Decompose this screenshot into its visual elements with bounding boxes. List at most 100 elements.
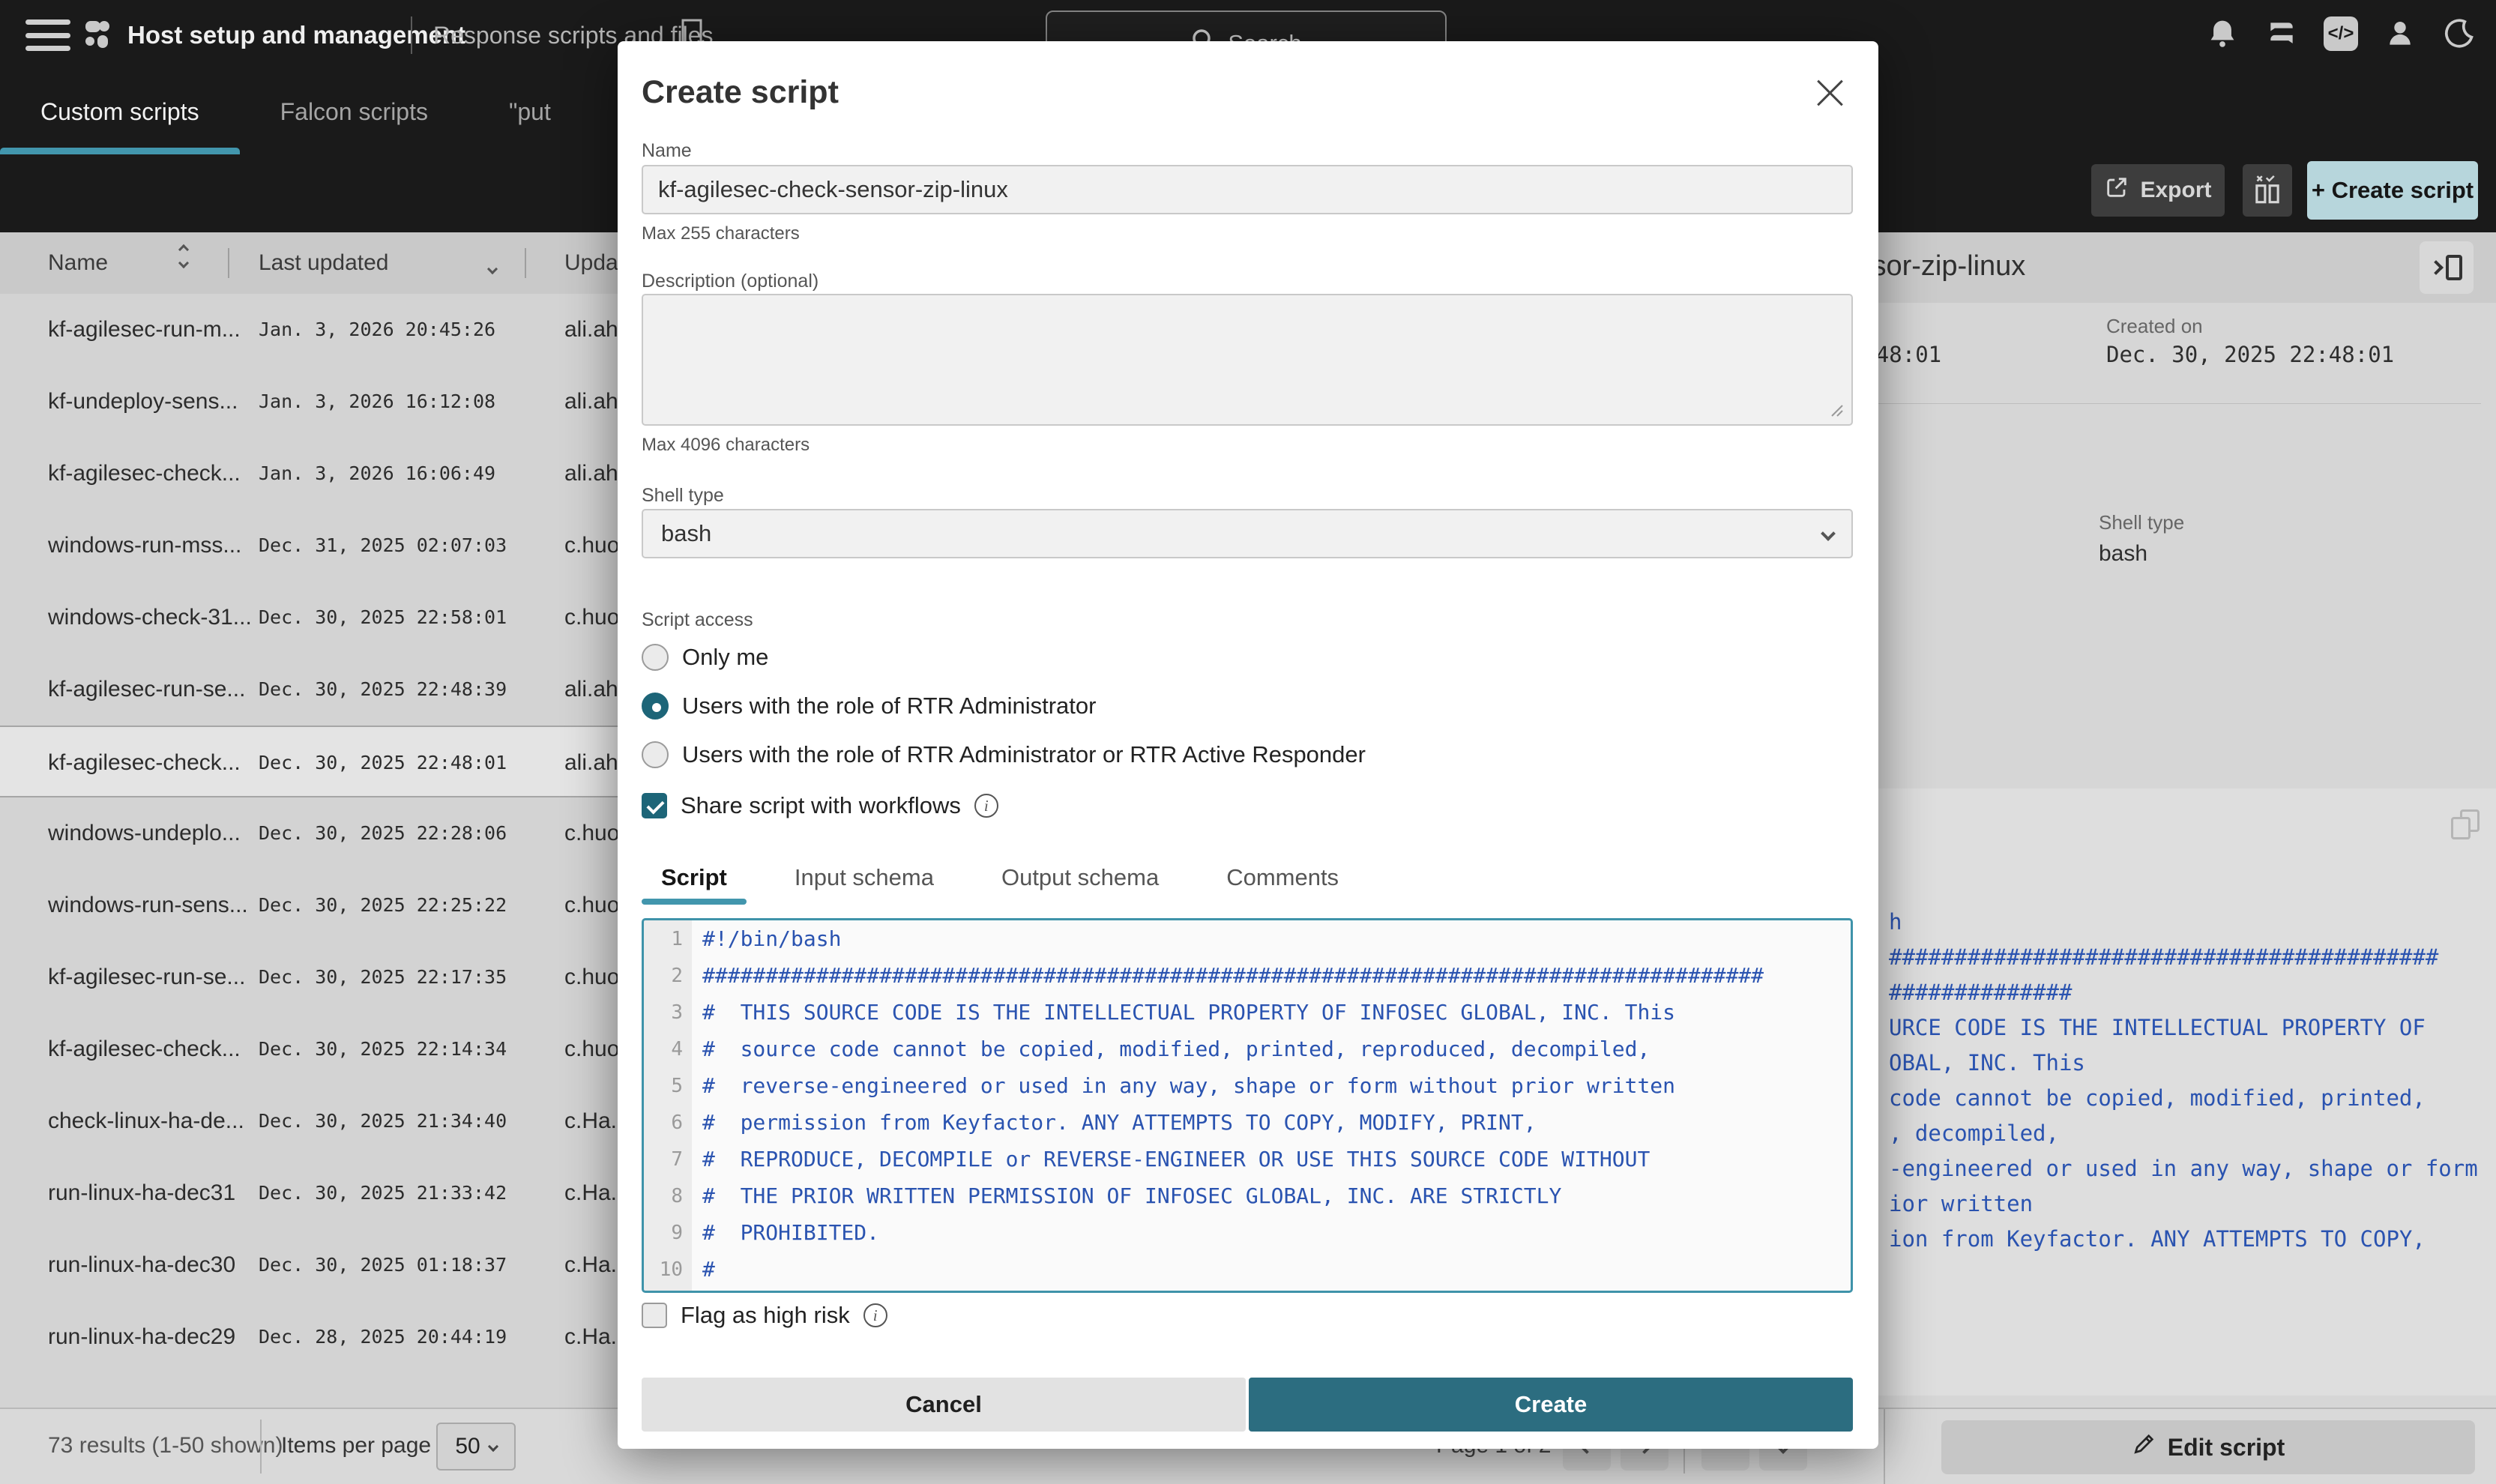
shell-type-label: Shell type (642, 485, 724, 507)
falcon-logo[interactable] (81, 16, 117, 56)
preview-code-line: -engineered or used in any way, shape or… (1889, 1151, 2478, 1186)
column-header-name[interactable]: Name (48, 250, 108, 276)
preview-code-line: ior written (1889, 1186, 2478, 1222)
info-icon[interactable]: i (863, 1303, 887, 1327)
cancel-button[interactable]: Cancel (642, 1378, 1246, 1432)
line-number: 4 (644, 1038, 692, 1061)
user-icon[interactable] (2383, 16, 2417, 51)
description-field-helper: Max 4096 characters (642, 435, 810, 456)
moon-icon[interactable] (2442, 16, 2477, 51)
last-updated-cell: Jan. 3, 2026 16:06:49 (259, 462, 495, 484)
column-divider (228, 248, 229, 278)
script-name-cell: windows-check-31... (48, 605, 252, 630)
modal-tab[interactable]: Output schema (982, 851, 1178, 905)
modal-title: Create script (642, 74, 839, 111)
line-number: 5 (644, 1075, 692, 1097)
line-number: 2 (644, 965, 692, 987)
create-script-modal: Create script Name Max 255 characters De… (618, 41, 1878, 1449)
script-name-cell: kf-agilesec-run-se... (48, 677, 245, 702)
code-text: # reverse-engineered or used in any way,… (702, 1073, 1675, 1098)
name-field-helper: Max 255 characters (642, 223, 800, 244)
info-icon[interactable]: i (974, 794, 998, 818)
editor-line: 7 # REPRODUCE, DECOMPILE or REVERSE-ENGI… (644, 1141, 1851, 1177)
bell-icon[interactable] (2205, 16, 2240, 51)
hamburger-menu-icon[interactable] (25, 19, 70, 51)
script-code-editor[interactable]: 1 #!/bin/bash 2 ########################… (642, 918, 1853, 1293)
script-access-option[interactable]: Users with the role of RTR Administrator… (642, 737, 1366, 773)
page-tab[interactable]: Falcon scripts (240, 70, 468, 154)
editor-line: 3 # THIS SOURCE CODE IS THE INTELLECTUAL… (644, 994, 1851, 1031)
script-access-option[interactable]: Users with the role of RTR Administrator (642, 688, 1096, 724)
items-per-page-label: Items per page (281, 1433, 431, 1459)
line-number: 8 (644, 1185, 692, 1207)
last-updated-cell: Dec. 30, 2025 22:14:34 (259, 1038, 507, 1060)
page-tab[interactable]: Custom scripts (0, 70, 240, 154)
editor-line: 6 # permission from Keyfactor. ANY ATTEM… (644, 1104, 1851, 1141)
last-updated-cell: Dec. 31, 2025 02:07:03 (259, 534, 507, 556)
script-access-option[interactable]: Only me (642, 639, 768, 675)
code-text: # source code cannot be copied, modified… (702, 1037, 1650, 1061)
description-textarea[interactable] (642, 294, 1853, 426)
modal-tab[interactable]: Script (642, 851, 747, 905)
script-name-cell: run-linux-ha-dec30 (48, 1252, 235, 1278)
page-tabs: Custom scripts Falcon scripts "put (0, 70, 591, 154)
last-updated-cell: Dec. 30, 2025 22:58:01 (259, 606, 507, 628)
code-text: # PROHIBITED. (702, 1220, 879, 1245)
edit-script-button[interactable]: Edit script (1941, 1420, 2475, 1474)
modal-tab[interactable]: Comments (1207, 851, 1358, 905)
script-name-cell: windows-run-sens... (48, 893, 248, 918)
editor-line: 1 #!/bin/bash (644, 920, 1851, 957)
last-updated-cell: Dec. 28, 2025 20:44:19 (259, 1326, 507, 1348)
editor-line: 2 ######################################… (644, 957, 1851, 994)
share-workflows-checkbox[interactable]: Share script with workflows i (642, 792, 998, 819)
create-script-button[interactable]: + Create script (2307, 161, 2478, 220)
messages-icon[interactable] (2264, 16, 2299, 51)
preview-code-line: ########################################… (1889, 940, 2478, 975)
line-number: 10 (644, 1258, 692, 1281)
panel-shell-type-value: bash (2099, 541, 2147, 567)
page-tab[interactable]: "put (468, 70, 591, 154)
code-text: # (702, 1257, 715, 1282)
create-button[interactable]: Create (1249, 1378, 1853, 1432)
compare-columns-icon-button[interactable] (2243, 164, 2292, 217)
chevron-down-icon (488, 1441, 498, 1452)
description-field-label: Description (optional) (642, 271, 819, 292)
close-icon[interactable] (1809, 73, 1850, 113)
script-name-cell: kf-undeploy-sens... (48, 389, 238, 414)
radio-icon (642, 741, 669, 768)
items-per-page-select[interactable]: 50 (436, 1423, 516, 1471)
preview-code-line: URCE CODE IS THE INTELLECTUAL PROPERTY O… (1889, 1010, 2478, 1046)
script-name-cell: run-linux-ha-dec31 (48, 1180, 235, 1206)
script-name-cell: windows-run-mss... (48, 533, 241, 558)
modal-buttons: Cancel Create (642, 1378, 1853, 1432)
last-updated-cell: Dec. 30, 2025 01:18:37 (259, 1254, 507, 1276)
app-root: Host setup and management Response scrip… (0, 0, 2496, 1484)
script-name-cell: kf-agilesec-check... (48, 461, 241, 486)
preview-code-line: code cannot be copied, modified, printed… (1889, 1081, 2478, 1116)
script-name-cell: windows-undeplo... (48, 821, 241, 846)
name-input[interactable] (642, 165, 1853, 214)
code-icon[interactable]: </> (2324, 16, 2358, 51)
modal-tab[interactable]: Input schema (775, 851, 953, 905)
editor-line: 8 # THE PRIOR WRITTEN PERMISSION OF INFO… (644, 1177, 1851, 1214)
line-number: 7 (644, 1148, 692, 1171)
code-text: # REPRODUCE, DECOMPILE or REVERSE-ENGINE… (702, 1147, 1650, 1171)
script-preview-code: h#######################################… (1889, 799, 2478, 1257)
last-updated-cell: Dec. 30, 2025 22:48:39 (259, 678, 507, 700)
script-name-cell: run-linux-ha-dec29 (48, 1324, 235, 1350)
checkbox-icon (642, 793, 667, 818)
column-header-last-updated[interactable]: Last updated (259, 250, 388, 276)
chevron-down-icon[interactable] (489, 253, 496, 279)
collapse-panel-button[interactable] (2420, 241, 2474, 294)
footer-divider (260, 1420, 262, 1474)
export-button[interactable]: Export (2091, 164, 2225, 217)
resize-grip-icon[interactable] (1829, 402, 1844, 417)
script-name-cell: check-linux-ha-de... (48, 1109, 244, 1134)
radio-icon (642, 693, 669, 720)
export-icon (2104, 175, 2129, 206)
last-updated-cell: Jan. 3, 2026 20:45:26 (259, 319, 495, 340)
shell-type-select[interactable]: bash (642, 509, 1853, 558)
flag-high-risk-checkbox[interactable]: Flag as high risk i (642, 1302, 887, 1329)
sort-icon[interactable] (180, 246, 187, 267)
top-right-icons: </> (2205, 16, 2477, 51)
